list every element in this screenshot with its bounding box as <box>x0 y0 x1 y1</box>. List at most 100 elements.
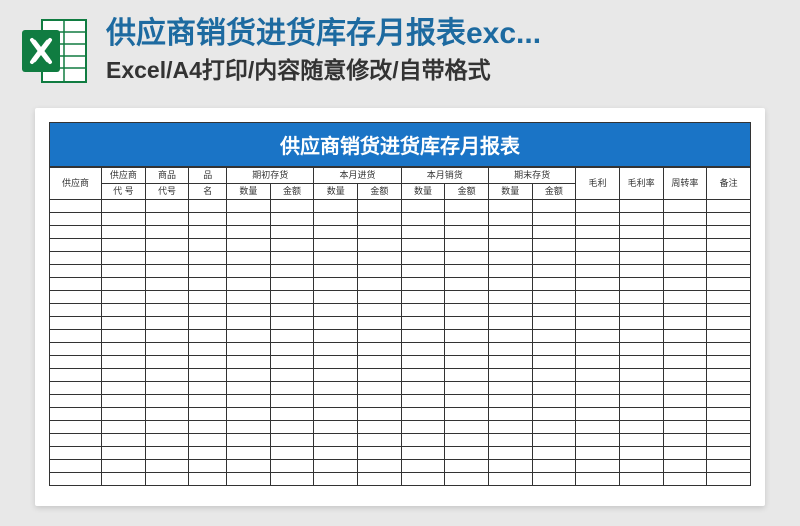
table-cell <box>227 447 271 460</box>
table-cell <box>445 330 489 343</box>
table-cell <box>401 239 445 252</box>
table-cell <box>619 291 663 304</box>
table-cell <box>488 304 532 317</box>
table-cell <box>145 317 189 330</box>
table-cell <box>314 200 358 213</box>
table-row <box>50 395 751 408</box>
table-cell <box>270 317 314 330</box>
table-cell <box>488 265 532 278</box>
table-cell <box>619 317 663 330</box>
table-cell <box>401 369 445 382</box>
table-cell <box>619 226 663 239</box>
table-cell <box>445 343 489 356</box>
table-row <box>50 317 751 330</box>
table-cell <box>707 343 751 356</box>
col-group-sales: 本月销货 <box>401 168 488 184</box>
table-cell <box>488 421 532 434</box>
col-sales-amt: 金额 <box>445 184 489 200</box>
table-cell <box>576 395 620 408</box>
table-cell <box>270 239 314 252</box>
table-cell <box>707 239 751 252</box>
table-cell <box>50 291 102 304</box>
table-cell <box>532 317 576 330</box>
table-row <box>50 330 751 343</box>
table-cell <box>445 356 489 369</box>
table-cell <box>707 317 751 330</box>
table-cell <box>189 226 227 239</box>
table-cell <box>145 291 189 304</box>
table-cell <box>532 239 576 252</box>
report-table: 供应商 供应商 商品 品 期初存货 本月进货 本月销货 期末存货 毛利 毛利率 … <box>49 167 751 486</box>
table-cell <box>50 369 102 382</box>
table-cell <box>189 252 227 265</box>
table-cell <box>314 421 358 434</box>
table-cell <box>707 421 751 434</box>
table-cell <box>488 291 532 304</box>
table-cell <box>576 200 620 213</box>
table-cell <box>145 343 189 356</box>
table-cell <box>532 395 576 408</box>
table-cell <box>227 434 271 447</box>
table-cell <box>445 226 489 239</box>
title-block: 供应商销货进货库存月报表exc... Excel/A4打印/内容随意修改/自带格… <box>106 14 782 88</box>
table-cell <box>532 291 576 304</box>
table-cell <box>270 434 314 447</box>
table-cell <box>314 304 358 317</box>
table-cell <box>532 460 576 473</box>
table-cell <box>102 304 146 317</box>
table-cell <box>619 408 663 421</box>
col-product-name-1: 品 <box>189 168 227 184</box>
table-cell <box>532 304 576 317</box>
table-cell <box>576 317 620 330</box>
table-cell <box>619 265 663 278</box>
table-cell <box>707 252 751 265</box>
table-cell <box>619 447 663 460</box>
table-cell <box>488 317 532 330</box>
table-cell <box>663 278 707 291</box>
table-cell <box>102 369 146 382</box>
col-group-closing: 期末存货 <box>488 168 575 184</box>
table-cell <box>707 304 751 317</box>
col-opening-qty: 数量 <box>227 184 271 200</box>
table-cell <box>619 460 663 473</box>
table-cell <box>707 291 751 304</box>
table-cell <box>445 447 489 460</box>
template-preview: 供应商销货进货库存月报表 供应商 供应商 商品 品 期初存货 本月进货 本月销货… <box>35 108 765 506</box>
table-cell <box>50 278 102 291</box>
table-cell <box>445 421 489 434</box>
col-supplier-code-2: 代 号 <box>102 184 146 200</box>
table-cell <box>102 447 146 460</box>
table-cell <box>227 278 271 291</box>
table-cell <box>145 395 189 408</box>
table-cell <box>50 200 102 213</box>
table-cell <box>576 382 620 395</box>
table-cell <box>707 278 751 291</box>
table-cell <box>401 226 445 239</box>
col-closing-amt: 金额 <box>532 184 576 200</box>
table-cell <box>358 408 402 421</box>
table-cell <box>619 304 663 317</box>
table-cell <box>488 408 532 421</box>
table-cell <box>576 447 620 460</box>
table-cell <box>102 434 146 447</box>
sheet-title: 供应商销货进货库存月报表 <box>49 122 751 167</box>
table-cell <box>663 408 707 421</box>
col-gross-profit: 毛利 <box>576 168 620 200</box>
table-cell <box>189 239 227 252</box>
table-row <box>50 252 751 265</box>
col-purchase-qty: 数量 <box>314 184 358 200</box>
table-cell <box>314 395 358 408</box>
table-row <box>50 343 751 356</box>
table-cell <box>707 265 751 278</box>
table-cell <box>576 304 620 317</box>
table-cell <box>663 304 707 317</box>
table-cell <box>401 317 445 330</box>
table-cell <box>50 213 102 226</box>
table-cell <box>314 291 358 304</box>
table-cell <box>145 239 189 252</box>
table-cell <box>576 460 620 473</box>
table-cell <box>102 460 146 473</box>
table-cell <box>576 473 620 486</box>
table-cell <box>102 330 146 343</box>
table-cell <box>576 408 620 421</box>
